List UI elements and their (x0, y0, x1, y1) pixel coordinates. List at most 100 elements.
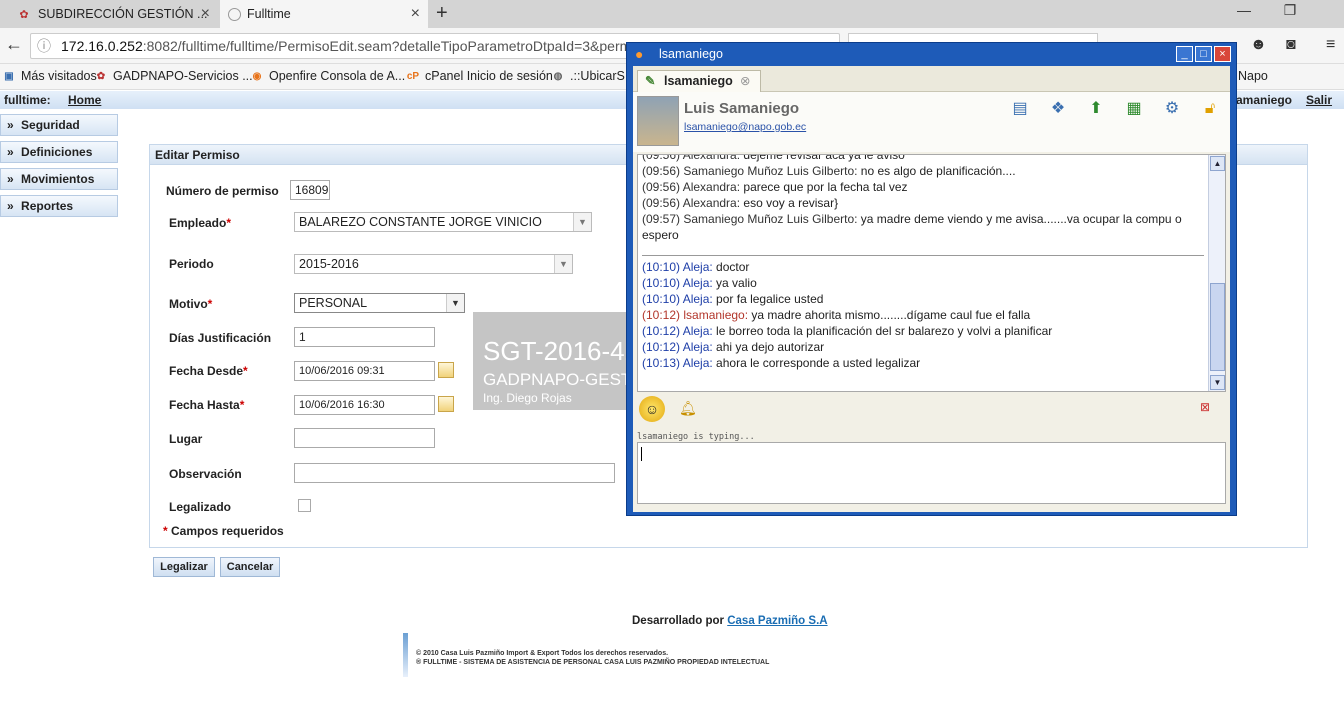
chat-history-icon[interactable]: ❖ (1047, 98, 1069, 120)
clear-chat-icon[interactable]: ⊠ (1200, 400, 1210, 414)
close-tab-icon[interactable]: ⊗ (740, 71, 750, 91)
chat-message: (10:10) Aleja: ya valio (642, 275, 1207, 291)
text-cursor (641, 447, 642, 461)
lugar-field[interactable] (294, 428, 435, 448)
legalizado-label: Legalizado (169, 500, 232, 514)
bookmark-gadpnapo[interactable]: ✿ GADPNAPO-Servicios ... (94, 69, 253, 83)
chat-message: (10:12) lsamaniego: ya madre ahorita mis… (642, 307, 1207, 323)
legalizado-checkbox[interactable] (298, 499, 311, 512)
send-file-icon[interactable]: ⬆ (1085, 98, 1107, 120)
numero-field[interactable]: 16809 (290, 180, 330, 200)
chevron-down-icon[interactable]: ▼ (554, 255, 572, 273)
chat-message: (10:10) Aleja: doctor (642, 259, 1207, 275)
message-input[interactable] (637, 442, 1226, 504)
browser-tab-fulltime[interactable]: Fulltime × (220, 0, 428, 28)
observacion-field[interactable] (294, 463, 615, 483)
chat-message: (09:57) Samaniego Muñoz Luis Gilberto: y… (642, 211, 1207, 227)
message-text: ahora le corresponde a usted legalizar (712, 356, 921, 370)
chat-tab-strip: ✎ lsamaniego ⊗ (633, 66, 1230, 92)
lugar-label: Lugar (169, 432, 203, 446)
message-text: eso voy a revisar} (740, 196, 839, 210)
chat-minimize-button[interactable]: _ (1176, 46, 1193, 62)
periodo-select[interactable]: 2015-2016 ▼ (294, 254, 573, 274)
minimize-icon[interactable]: — (1224, 2, 1264, 18)
message-time: (10:10) Aleja: (642, 276, 713, 290)
browser-tab-bar: ✿ SUBDIRECCIÓN GESTIÓN ... × Fulltime × … (0, 0, 1344, 28)
user-name: amaniego (1236, 93, 1293, 107)
bookmark-ubicar[interactable]: ◍ .::UbicarS (551, 69, 625, 83)
nudge-bell-icon[interactable]: 🔔︎ (679, 400, 697, 417)
restore-icon[interactable]: ❐ (1270, 2, 1310, 19)
observacion-label: Observación (169, 467, 242, 481)
browser-tab-subdireccion[interactable]: ✿ SUBDIRECCIÓN GESTIÓN ... × (8, 0, 218, 28)
dias-field[interactable]: 1 (294, 327, 435, 347)
calendar-icon[interactable] (438, 362, 454, 378)
chat-maximize-button[interactable]: □ (1195, 46, 1212, 62)
chevron-down-icon[interactable]: ▼ (446, 294, 464, 312)
site-favicon-icon: ✿ (19, 8, 29, 21)
lock-icon[interactable]: 🔓︎ (1199, 98, 1221, 120)
chat-close-button[interactable]: × (1214, 46, 1231, 62)
empleado-select[interactable]: BALAREZO CONSTANTE JORGE VINICIO ▼ (294, 212, 592, 232)
message-time: (09:56) Alexandra: (642, 196, 741, 210)
chat-tab-lsamaniego[interactable]: ✎ lsamaniego ⊗ (637, 70, 761, 92)
desde-label: Fecha Desde* (169, 364, 248, 378)
bookmark-most-visited[interactable]: ▣ Más visitados (2, 69, 96, 83)
menu-item-seguridad[interactable]: » Seguridad (0, 114, 118, 136)
scroll-thumb[interactable] (1210, 283, 1225, 371)
bookmark-napo[interactable]: Napo (1238, 69, 1268, 83)
emoticon-icon[interactable]: ☺ (639, 396, 665, 422)
loading-icon (228, 7, 241, 21)
back-icon[interactable]: ← (5, 34, 23, 55)
chat-message: (09:56) Alexandra: déjeme revisar acá ya… (642, 154, 1207, 163)
chat-title-bar[interactable]: ● lsamaniego (627, 43, 1236, 65)
tab-label: Fulltime (247, 7, 291, 21)
account-icon[interactable]: ☻ (1250, 36, 1267, 54)
bookmark-cpanel[interactable]: cP cPanel Inicio de sesión (406, 69, 553, 83)
info-icon[interactable]: ⓘ (37, 34, 51, 58)
menu-item-movimientos[interactable]: » Movimientos (0, 168, 118, 190)
legalizar-button[interactable]: Legalizar (153, 557, 215, 577)
scroll-down-icon[interactable]: ▼ (1210, 375, 1225, 390)
message-text: déjeme revisar acá ya le aviso (740, 154, 905, 162)
chevron-down-icon[interactable]: ▼ (573, 213, 591, 231)
hasta-field[interactable]: 10/06/2016 16:30 (294, 395, 435, 415)
motivo-select[interactable]: PERSONAL ▼ (294, 293, 465, 313)
menu-item-reportes[interactable]: » Reportes (0, 195, 118, 217)
new-tab-icon[interactable]: + (436, 2, 448, 25)
bookmark-openfire[interactable]: ◉ Openfire Consola de A... (250, 69, 406, 83)
chat-content: ✎ lsamaniego ⊗ Luis Samaniego lsamaniego… (633, 66, 1230, 512)
message-text: ya madre ahorita mismo........dígame cau… (748, 308, 1031, 322)
message-time: (09:56) Alexandra: (642, 180, 741, 194)
contact-email[interactable]: lsamaniego@napo.gob.ec (684, 121, 806, 133)
home-link[interactable]: Home (68, 93, 101, 107)
scroll-up-icon[interactable]: ▲ (1210, 156, 1225, 171)
cancelar-button[interactable]: Cancelar (220, 557, 280, 577)
message-time: (10:10) Aleja: (642, 260, 713, 274)
developer-link[interactable]: Casa Pazmiño S.A (727, 615, 827, 627)
menu-icon[interactable]: ≡ (1326, 36, 1335, 54)
desde-field[interactable]: 10/06/2016 09:31 (294, 361, 435, 381)
pocket-icon[interactable]: ◙ (1286, 36, 1296, 54)
menu-item-definiciones[interactable]: » Definiciones (0, 141, 118, 163)
calendar-icon[interactable] (438, 396, 454, 412)
close-tab-icon[interactable]: × (201, 5, 210, 23)
folder-icon: ▣ (4, 70, 14, 82)
logout-link[interactable]: Salir (1306, 93, 1332, 107)
vcard-icon[interactable]: ▤ (1009, 98, 1031, 120)
screenshot-icon[interactable]: ▦ (1123, 98, 1145, 120)
watermark-author: Ing. Diego Rojas (483, 391, 572, 405)
app-prefix: fulltime: (4, 93, 51, 107)
close-tab-icon[interactable]: × (411, 5, 420, 23)
chat-message: (10:12) Aleja: ahi ya dejo autorizar (642, 339, 1207, 355)
chat-bubble-icon: ✎ (645, 74, 656, 88)
chat-transcript[interactable]: (09:56) Alexandra: déjeme revisar acá ya… (637, 154, 1226, 392)
message-text: parece que por la fecha tal vez (740, 180, 908, 194)
message-text: no es algo de planificación.... (857, 164, 1016, 178)
message-time: (09:56) Alexandra: (642, 154, 741, 162)
motivo-label: Motivo* (169, 297, 213, 311)
transcript-scrollbar[interactable]: ▲ ▼ (1208, 155, 1225, 391)
periodo-label: Periodo (169, 257, 214, 271)
numero-label: Número de permiso (166, 184, 279, 198)
settings-icon[interactable]: ⚙ (1161, 98, 1183, 120)
